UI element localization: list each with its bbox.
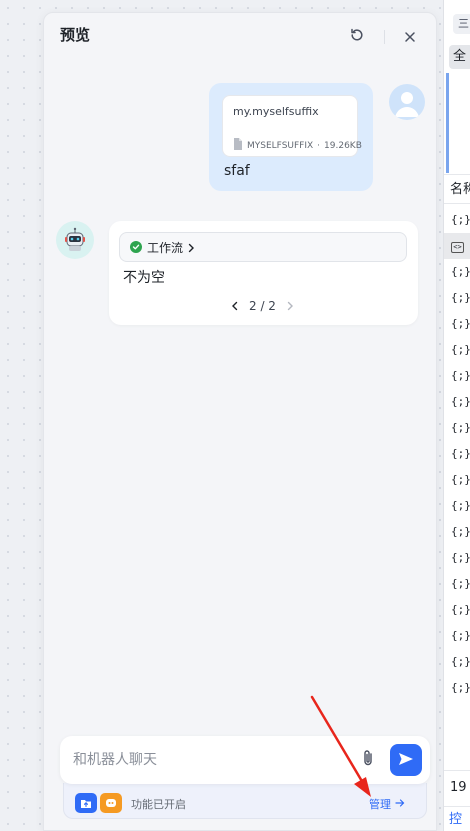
file-icon [233, 138, 243, 153]
check-circle-icon [130, 241, 142, 253]
list-item[interactable]: {;} [444, 285, 470, 311]
file-type: MYSELFSUFFIX [247, 140, 314, 151]
preview-panel: 预览 my.myselfsuffix MYSELFSUFFIX · 19.26K… [43, 12, 437, 831]
list-item[interactable]: {;} [444, 571, 470, 597]
workflow-label: 工作流 [147, 240, 184, 255]
panel-title: 预览 [60, 26, 91, 44]
file-name: my.myselfsuffix [233, 105, 319, 118]
refresh-button[interactable] [347, 27, 367, 47]
refresh-icon [349, 27, 365, 47]
list-item[interactable]: {;} [444, 441, 470, 467]
file-meta-separator: · [317, 140, 321, 151]
list-item[interactable]: {;} [444, 597, 470, 623]
list-item[interactable]: {;} [444, 467, 470, 493]
chevron-right-icon [188, 238, 195, 257]
list-item[interactable]: {;} [444, 649, 470, 675]
bot-message-bubble: 工作流 不为空 2 / 2 [109, 221, 418, 325]
answer-pager: 2 / 2 [231, 299, 294, 313]
user-avatar [389, 84, 425, 120]
arrow-right-icon [395, 798, 405, 811]
pager-prev-button[interactable] [231, 301, 239, 311]
list-item[interactable]: {;} [444, 389, 470, 415]
paperclip-icon [361, 749, 375, 771]
code-icon: <> [451, 242, 464, 253]
console-tab[interactable]: 控 [444, 806, 470, 831]
list-item[interactable]: {;} [444, 337, 470, 363]
bot-avatar [56, 221, 94, 259]
plugin-icon[interactable] [100, 793, 122, 813]
list-item[interactable]: {;} [444, 675, 470, 701]
list-item[interactable]: {;} [444, 519, 470, 545]
user-message-text: sfaf [224, 163, 250, 179]
feature-bar: 功能已开启 管理 [63, 783, 427, 819]
list-item[interactable]: {;} [444, 259, 470, 285]
filter-all-button[interactable]: 全 [449, 45, 470, 69]
list-item[interactable]: {;} [444, 415, 470, 441]
chat-input[interactable] [73, 750, 343, 770]
list-item[interactable]: {;} [444, 207, 470, 233]
user-message-bubble: my.myselfsuffix MYSELFSUFFIX · 19.26KB s… [209, 83, 373, 191]
list-item[interactable]: {;} [444, 545, 470, 571]
file-meta: MYSELFSUFFIX · 19.26KB [233, 138, 362, 153]
pager-next-button[interactable] [286, 301, 294, 311]
right-side-panel: 三 全 名称 {;} <> {;} {;} {;} {;} {;} {;} {;… [443, 0, 470, 831]
chat-input-box [60, 736, 430, 784]
bot-message-text: 不为空 [123, 270, 165, 286]
list-item-selected[interactable]: <> [444, 233, 470, 259]
pager-status: 2 / 2 [249, 299, 276, 313]
features-enabled-text: 功能已开启 [131, 798, 186, 811]
close-button[interactable] [400, 27, 420, 47]
right-panel-tab[interactable]: 三 [453, 14, 470, 34]
manage-link[interactable]: 管理 [369, 796, 405, 812]
list-item[interactable]: {;} [444, 363, 470, 389]
send-icon [398, 751, 414, 770]
workflow-pill[interactable]: 工作流 [119, 232, 407, 262]
list-item[interactable]: {;} [444, 623, 470, 649]
list-item[interactable]: {;} [444, 311, 470, 337]
request-count: 19 [444, 770, 470, 804]
attach-button[interactable] [356, 748, 380, 772]
send-button[interactable] [390, 744, 422, 776]
file-size: 19.26KB [324, 140, 362, 151]
name-column-header: 名称 [444, 174, 470, 204]
manage-label: 管理 [369, 798, 391, 811]
close-icon [404, 28, 416, 47]
timeline-strip [446, 73, 449, 173]
list-item[interactable]: {;} [444, 493, 470, 519]
file-attachment-card[interactable]: my.myselfsuffix MYSELFSUFFIX · 19.26KB [222, 95, 362, 157]
header-divider [384, 30, 385, 44]
folder-upload-icon[interactable] [75, 793, 97, 813]
